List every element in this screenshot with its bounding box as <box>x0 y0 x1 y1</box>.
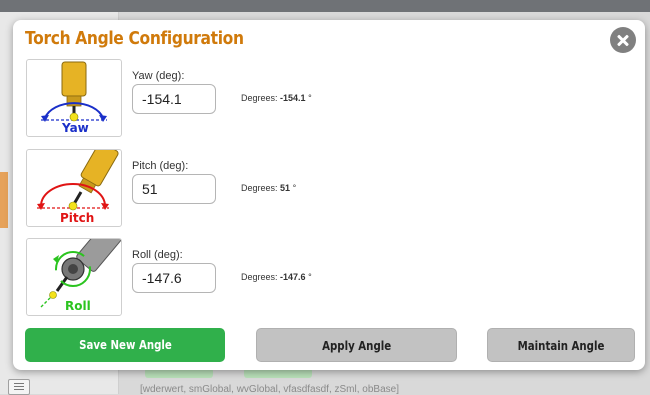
pitch-degrees-readout: Degrees: 51 ° <box>241 183 297 193</box>
pitch-torch-icon: Pitch <box>26 149 122 227</box>
roll-input[interactable] <box>132 263 216 293</box>
yaw-torch-icon: Yaw <box>26 59 122 137</box>
yaw-input[interactable] <box>132 84 216 114</box>
sidebar-active-marker <box>0 172 8 228</box>
dialog-title: Torch Angle Configuration <box>25 28 244 49</box>
background-variable-list: [wderwert, smGlobal, wvGlobal, vfasdfasd… <box>140 384 399 395</box>
yaw-thumb-label: Yaw <box>62 121 89 135</box>
yaw-field-label: Yaw (deg): <box>132 70 185 82</box>
pitch-row: Pitch Pitch (deg): Degrees: 51 ° <box>26 149 626 229</box>
save-new-angle-button[interactable]: Save New Angle <box>25 328 225 362</box>
maintain-angle-button[interactable]: Maintain Angle <box>487 328 635 362</box>
roll-field-label: Roll (deg): <box>132 249 183 261</box>
close-icon[interactable] <box>610 27 636 53</box>
pitch-input[interactable] <box>132 174 216 204</box>
roll-degrees-readout: Degrees: -147.6 ° <box>241 272 312 282</box>
torch-angle-dialog: Torch Angle Configuration Yaw Yaw (deg):… <box>13 20 645 370</box>
roll-row: Roll Roll (deg): Degrees: -147.6 ° <box>26 238 626 318</box>
app-header-bar <box>0 0 650 12</box>
pitch-field-label: Pitch (deg): <box>132 160 189 172</box>
menu-icon[interactable] <box>8 379 30 395</box>
yaw-degrees-readout: Degrees: -154.1 ° <box>241 93 312 103</box>
roll-torch-icon: Roll <box>26 238 122 316</box>
pitch-thumb-label: Pitch <box>60 211 95 225</box>
yaw-row: Yaw Yaw (deg): Degrees: -154.1 ° <box>26 59 626 139</box>
roll-thumb-label: Roll <box>65 299 91 313</box>
apply-angle-button[interactable]: Apply Angle <box>256 328 457 362</box>
